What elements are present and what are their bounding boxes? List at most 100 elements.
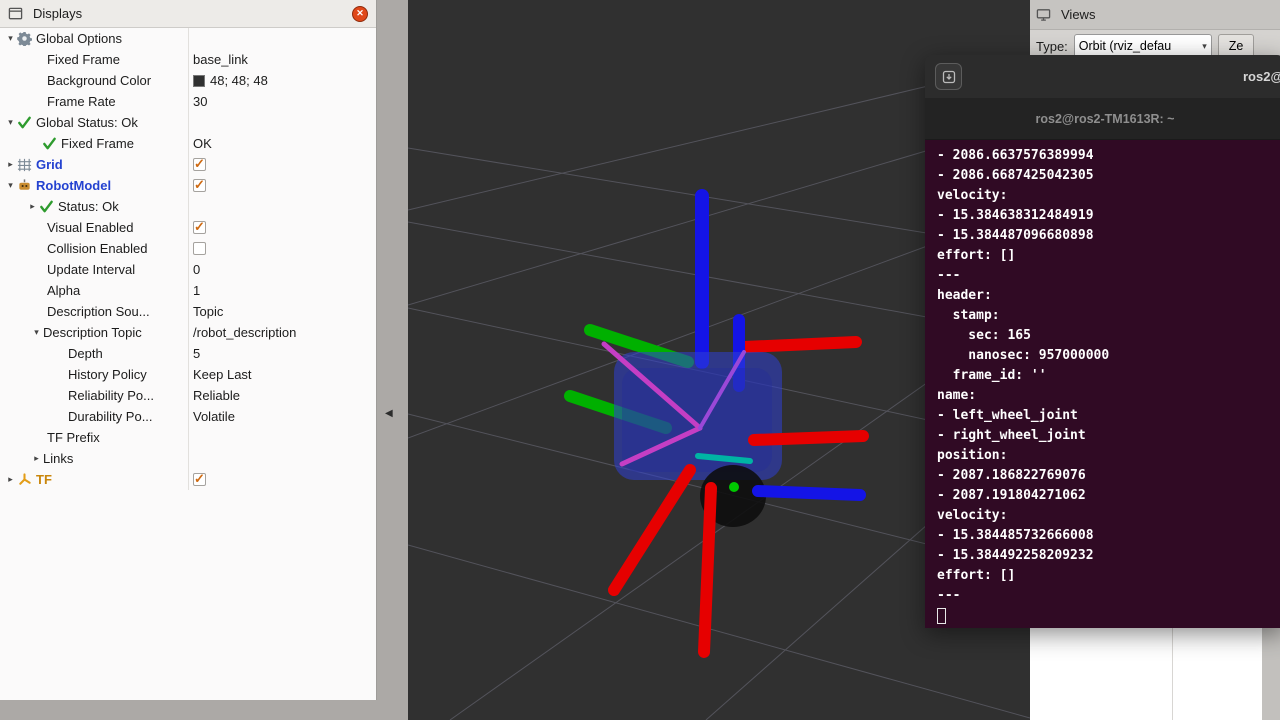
terminal-output[interactable]: - 2086.6637576389994- 2086.6687425042305… [925,140,1280,628]
property-row-status-ok[interactable]: ▸Status: Ok [0,196,376,217]
views-panel-title: Views [1061,7,1095,22]
property-value-text: /robot_description [193,325,296,340]
expand-down-icon[interactable]: ▾ [4,33,17,44]
property-value[interactable]: 0 [189,259,376,280]
property-value[interactable] [189,469,376,490]
displays-panel-title: Displays [33,6,82,21]
panel-splitter[interactable]: ◀ [378,0,408,720]
property-row-description-topic[interactable]: ▾Description Topic/robot_description [0,322,376,343]
property-value[interactable] [189,196,376,217]
property-value[interactable] [189,217,376,238]
property-value[interactable]: Volatile [189,406,376,427]
close-icon[interactable]: ✕ [352,6,368,22]
property-label: TF Prefix [47,430,100,445]
property-row-frame-rate[interactable]: Frame Rate30 [0,91,376,112]
property-value[interactable] [189,154,376,175]
terminal-line: velocity: [937,506,1280,526]
property-value[interactable] [189,28,376,49]
expand-down-icon[interactable]: ▾ [4,180,17,191]
property-label: Alpha [47,283,80,298]
robot-icon [17,178,32,193]
property-value[interactable]: Keep Last [189,364,376,385]
terminal-line: nanosec: 957000000 [937,346,1280,366]
property-value[interactable]: OK [189,133,376,154]
check-icon [17,115,32,130]
property-label: History Policy [68,367,147,382]
property-row-tf-prefix[interactable]: TF Prefix [0,427,376,448]
terminal-tabbar[interactable]: ros2@ros2-TM1613R: ~ [925,98,1280,140]
property-value[interactable]: 48; 48; 48 [189,70,376,91]
property-name: History Policy [0,364,189,385]
checkbox-checked[interactable] [193,179,206,192]
property-label: RobotModel [36,178,111,193]
property-value-text: 0 [193,262,200,277]
expand-down-icon[interactable]: ▾ [4,117,17,128]
property-value[interactable] [189,112,376,133]
property-value[interactable]: 5 [189,343,376,364]
property-row-description-sou[interactable]: Description Sou...Topic [0,301,376,322]
expand-down-icon[interactable]: ▾ [30,327,43,338]
property-label: Grid [36,157,63,172]
displays-panel-icon [8,6,23,21]
property-value[interactable] [189,427,376,448]
property-row-update-interval[interactable]: Update Interval0 [0,259,376,280]
property-row-tf[interactable]: ▸TF [0,469,376,490]
property-row-fixed-frame[interactable]: Fixed FrameOK [0,133,376,154]
property-name: Fixed Frame [0,133,189,154]
checkbox-unchecked[interactable] [193,242,206,255]
property-value[interactable]: 1 [189,280,376,301]
terminal-line: - left_wheel_joint [937,406,1280,426]
grid-icon [17,157,32,172]
property-value[interactable]: base_link [189,49,376,70]
color-swatch [193,75,205,87]
property-row-global-options[interactable]: ▾Global Options [0,28,376,49]
property-value[interactable]: /robot_description [189,322,376,343]
collapse-panel-icon[interactable]: ◀ [385,408,393,419]
terminal-window[interactable]: ros2@ ros2@ros2-TM1613R: ~ - 2086.663757… [925,55,1280,628]
view-type-value: Orbit (rviz_defau [1079,39,1198,53]
property-row-visual-enabled[interactable]: Visual Enabled [0,217,376,238]
displays-property-tree: ▾Global OptionsFixed Framebase_linkBackg… [0,28,376,700]
property-name: Depth [0,343,189,364]
checkbox-checked[interactable] [193,158,206,171]
property-row-alpha[interactable]: Alpha 1 [0,280,376,301]
property-label: Durability Po... [68,409,153,424]
expand-right-icon[interactable]: ▸ [4,159,17,170]
property-value[interactable]: Reliable [189,385,376,406]
property-row-robotmodel[interactable]: ▾ RobotModel [0,175,376,196]
expand-right-icon[interactable]: ▸ [26,201,39,212]
checkbox-checked[interactable] [193,473,206,486]
property-row-collision-enabled[interactable]: Collision Enabled [0,238,376,259]
checkbox-checked[interactable] [193,221,206,234]
property-value[interactable] [189,448,376,469]
terminal-line: - 15.384487096680898 [937,226,1280,246]
property-value[interactable]: Topic [189,301,376,322]
property-name: Background Color [0,70,189,91]
property-name: ▸Links [0,448,189,469]
terminal-tab[interactable]: ros2@ros2-TM1613R: ~ [1036,112,1175,126]
tf-x-axis [614,470,690,590]
property-row-grid[interactable]: ▸ Grid [0,154,376,175]
property-row-background-color[interactable]: Background Color48; 48; 48 [0,70,376,91]
property-row-depth[interactable]: Depth5 [0,343,376,364]
property-row-global-status-ok[interactable]: ▾Global Status: Ok [0,112,376,133]
terminal-titlebar[interactable]: ros2@ [925,55,1280,98]
property-label: Description Topic [43,325,142,340]
property-value[interactable] [189,238,376,259]
terminal-cursor [937,608,946,624]
expand-right-icon[interactable]: ▸ [30,453,43,464]
property-row-links[interactable]: ▸Links [0,448,376,469]
terminal-title: ros2@ [1243,69,1280,84]
expand-right-icon[interactable]: ▸ [4,474,17,485]
property-value[interactable] [189,175,376,196]
property-value[interactable]: 30 [189,91,376,112]
tf-icon [17,472,32,487]
property-row-reliability-po[interactable]: Reliability Po...Reliable [0,385,376,406]
property-row-fixed-frame[interactable]: Fixed Framebase_link [0,49,376,70]
property-row-history-policy[interactable]: History Policy Keep Last [0,364,376,385]
terminal-line: frame_id: '' [937,366,1280,386]
terminal-new-tab-button[interactable] [935,63,962,90]
chevron-down-icon: ▾ [1202,41,1207,52]
check-icon [39,199,54,214]
property-row-durability-po[interactable]: Durability Po... Volatile [0,406,376,427]
